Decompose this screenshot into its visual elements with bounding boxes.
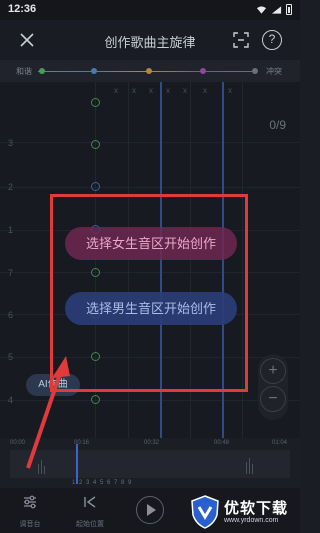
watermark-url: www.yrdown.com <box>224 517 279 524</box>
row-number: 4 <box>8 395 14 405</box>
row-number: 3 <box>8 138 14 148</box>
grid-row-line <box>0 187 300 188</box>
empty-beat-mark: x <box>132 86 136 95</box>
note-circle[interactable] <box>91 395 100 404</box>
start-position-label: 起始位置 <box>76 521 104 528</box>
app-header: 创作歌曲主旋律 ? <box>0 20 300 60</box>
note-circle[interactable] <box>91 182 100 191</box>
highlight-box <box>50 194 248 392</box>
empty-beat-mark: x <box>166 86 170 95</box>
status-bar: 12:36 <box>0 0 300 20</box>
play-button[interactable] <box>136 496 164 524</box>
mood-left-label: 和谐 <box>16 67 32 76</box>
grid-row-line <box>0 400 300 401</box>
timeline-tick: 01:04 <box>272 440 288 446</box>
start-position-button[interactable]: 起始位置 <box>70 494 110 529</box>
mood-point-5[interactable] <box>252 68 258 74</box>
timeline-tick: 00:48 <box>214 440 230 446</box>
wave-bar <box>41 460 42 474</box>
empty-beat-mark: x <box>149 86 153 95</box>
row-number: 2 <box>8 182 14 192</box>
row-number: 7 <box>8 268 14 278</box>
beat-numbers: 1 2 3 4 5 6 7 8 9 <box>72 480 133 486</box>
mixer-button[interactable]: 调音台 <box>10 494 50 529</box>
watermark-name: 优软下载 <box>224 500 289 517</box>
empty-beat-mark: x <box>203 86 207 95</box>
mood-slider[interactable]: 和谐 冲突 <box>0 60 300 82</box>
wave-bar <box>44 466 45 474</box>
mood-point-1[interactable] <box>39 68 45 74</box>
wave-bar <box>252 464 253 474</box>
status-icons <box>256 4 292 15</box>
scan-icon[interactable] <box>232 31 250 49</box>
empty-beat-mark: x <box>183 86 187 95</box>
playhead[interactable] <box>76 444 78 484</box>
empty-beat-mark: x <box>228 86 232 95</box>
note-circle[interactable] <box>91 140 100 149</box>
signal-icon <box>271 5 282 14</box>
wave-bar <box>38 464 39 474</box>
waveform[interactable] <box>10 450 290 478</box>
row-number: 5 <box>8 352 14 362</box>
row-number: 1 <box>8 225 14 235</box>
zoom-in-icon[interactable]: + <box>260 358 286 384</box>
mood-point-3[interactable] <box>146 68 152 74</box>
mood-right-label: 冲突 <box>266 67 282 76</box>
wifi-icon <box>256 5 267 14</box>
timeline-tick: 00:00 <box>10 440 26 446</box>
shield-logo-icon <box>191 495 219 529</box>
row-number: 6 <box>8 310 14 320</box>
page-title: 创作歌曲主旋律 <box>104 35 196 50</box>
timeline[interactable]: 00:00 00:16 00:32 00:48 01:04 1 2 3 4 5 … <box>0 438 300 488</box>
grid-row-line <box>0 142 300 143</box>
mixer-label: 调音台 <box>19 521 41 528</box>
note-grid[interactable]: 3 2 1 7 6 5 4 x x x x x x x 0/9 AI作曲 + −… <box>0 82 300 438</box>
battery-icon <box>286 4 292 15</box>
help-icon[interactable]: ? <box>262 30 282 50</box>
wave-bar <box>249 458 250 474</box>
timeline-tick: 00:32 <box>144 440 160 446</box>
status-time: 12:36 <box>8 3 37 15</box>
note-counter: 0/9 <box>269 118 286 132</box>
sliders-icon <box>24 495 36 509</box>
zoom-out-icon[interactable]: − <box>260 386 286 412</box>
skip-back-icon <box>84 496 96 508</box>
empty-beat-mark: x <box>114 86 118 95</box>
mood-point-2[interactable] <box>91 68 97 74</box>
wave-bar <box>246 462 247 474</box>
note-circle[interactable] <box>91 98 100 107</box>
watermark-logo: 优软下载 www.yrdown.com <box>190 495 298 531</box>
mood-point-4[interactable] <box>200 68 206 74</box>
